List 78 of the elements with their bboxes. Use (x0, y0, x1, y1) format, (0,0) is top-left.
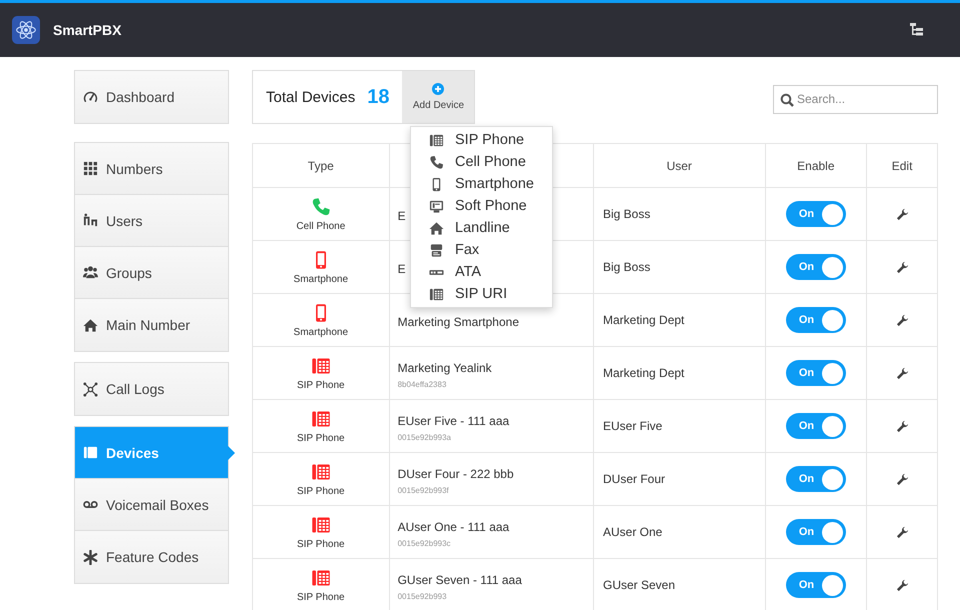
atom-logo-icon (12, 16, 40, 44)
mac-address: 0015e92b993f (398, 486, 449, 495)
menu-item[interactable]: Smartphone (411, 173, 552, 195)
menu-item[interactable]: SIP Phone (411, 129, 552, 151)
search-icon (780, 92, 794, 106)
device-name: EUser Five - 111 aaa (398, 414, 510, 428)
table-cell: AUser One (594, 506, 766, 558)
menu-item[interactable]: ATA (411, 261, 552, 283)
device-type: Cell Phone (296, 220, 346, 232)
menu-item[interactable]: Landline (411, 217, 552, 239)
device-type: Smartphone (294, 274, 348, 284)
sidebar-item[interactable]: Users (75, 195, 228, 247)
table-cell: Marketing Dept (594, 347, 766, 399)
monitor-phone-icon (429, 198, 444, 214)
menu-item[interactable]: Cell Phone (411, 151, 552, 173)
wrench-icon[interactable] (896, 420, 909, 432)
app-title: SmartPBX (53, 22, 122, 38)
device-type: SIP Phone (296, 538, 345, 550)
table-cell: Big Boss (594, 241, 766, 293)
column-header: Enable (766, 144, 868, 187)
total-label: Total Devices (265, 88, 356, 106)
table-cell: EUser Five (594, 400, 766, 452)
device-type: SIP Phone (296, 486, 345, 496)
device-type: SIP Phone (296, 432, 345, 444)
device-type: SIP Phone (296, 592, 345, 602)
device-name: AUser One - 111 aaa (398, 520, 510, 534)
column-header: User (594, 144, 766, 187)
table-cell: DUser Four (594, 453, 766, 505)
device-name: GUser Seven - 111 aaa (398, 573, 522, 587)
sidebar-item[interactable]: Main Number (75, 299, 228, 351)
network-icon (83, 382, 98, 396)
people-icon (83, 265, 98, 280)
plus-icon (432, 83, 444, 95)
mac-address: 0015e92b993 (398, 592, 447, 601)
device-type: SIP Phone (296, 380, 345, 390)
device-type: Smartphone (294, 326, 348, 338)
sidebar-item[interactable]: Feature Codes (75, 531, 228, 583)
search-field[interactable]: Search... (773, 84, 938, 114)
dot-grid-icon (83, 161, 98, 176)
menu-item[interactable]: Soft Phone (411, 195, 552, 217)
table-cell: Marketing Dept (594, 294, 766, 346)
table-cell: Big Boss (594, 188, 766, 240)
wrench-icon[interactable] (896, 260, 909, 274)
mac-address: 8b04effa2383 (398, 380, 446, 389)
wrench-icon[interactable] (896, 314, 909, 326)
fax-icon (429, 242, 444, 258)
house-icon (429, 220, 444, 236)
mac-address: 0015e92b993c (398, 539, 451, 548)
add-device-button[interactable]: Add Device (402, 71, 474, 123)
sidebar-item[interactable]: Voicemail Boxes (75, 479, 228, 531)
total-count: 18 (366, 86, 390, 108)
house-icon (83, 318, 98, 332)
menu-item[interactable]: SIP URI (411, 283, 552, 305)
wrench-icon[interactable] (896, 366, 909, 380)
gauge-icon (83, 90, 98, 104)
asterisk-icon (83, 550, 98, 564)
wrench-icon[interactable] (896, 578, 909, 592)
sitemap-icon[interactable] (910, 23, 924, 37)
sidebar-item[interactable]: Numbers (75, 143, 228, 195)
phone-handset-icon (310, 196, 331, 216)
device-name: Marketing Yealink (398, 361, 492, 375)
sidebar-item[interactable]: Groups (75, 247, 228, 299)
column-header: Edit (890, 158, 914, 174)
sidebar-item[interactable]: Call Logs (75, 363, 228, 415)
org-chart-icon (83, 213, 98, 228)
menu-item[interactable]: Fax (411, 239, 552, 261)
wrench-icon[interactable] (896, 472, 909, 486)
mac-address: 0015e92b993a (398, 433, 451, 442)
device-name: E (398, 262, 406, 276)
phone-handset-icon (429, 154, 444, 170)
table-cell: GUser Seven (594, 559, 766, 610)
device-name: E (398, 209, 406, 223)
column-header: Type (253, 144, 390, 187)
wrench-icon[interactable] (896, 208, 909, 220)
wrench-icon[interactable] (896, 526, 909, 538)
sidebar-item[interactable]: Dashboard (75, 71, 228, 123)
device-name: Marketing Smartphone (398, 315, 519, 329)
device-name: DUser Four - 222 bbb (398, 467, 514, 481)
